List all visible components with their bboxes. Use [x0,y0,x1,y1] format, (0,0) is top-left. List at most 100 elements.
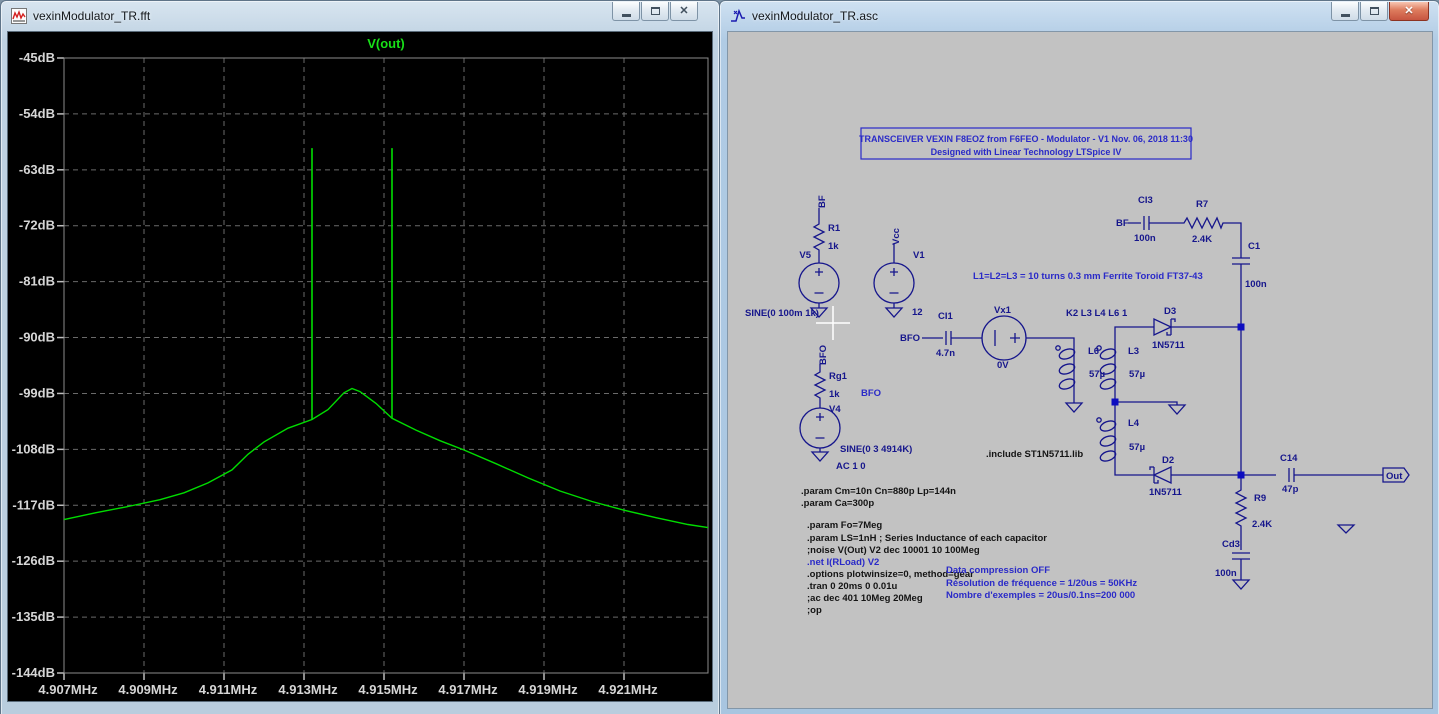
schematic-canvas[interactable]: TRANSCEIVER VEXIN F8EOZ from F6FEO - Mod… [728,32,1432,708]
directive-line[interactable]: .param Fo=7Meg [807,520,882,531]
wire-junction [1112,399,1119,406]
component-value[interactable]: 47p [1282,484,1299,495]
minimize-button[interactable] [1331,2,1359,21]
component-label[interactable]: Cd3 [1222,539,1240,550]
schematic-title-box[interactable]: TRANSCEIVER VEXIN F8EOZ from F6FEO - Mod… [859,128,1193,159]
schematic-drawing[interactable]: TRANSCEIVER VEXIN F8EOZ from F6FEO - Mod… [728,32,1432,708]
wire-junction [1238,324,1245,331]
component-value[interactable]: 100n [1134,233,1156,244]
coupling-statement[interactable]: K2 L3 L4 L6 1 [1066,308,1128,319]
capacitor-C14[interactable]: C14 47p [1280,453,1299,495]
simulation-info-comment[interactable]: Data compression OFF Résolution de fréqu… [946,565,1137,601]
restore-icon [1370,7,1379,15]
directive-line[interactable]: .tran 0 20ms 0 0.01u [807,581,897,592]
info-line[interactable]: Data compression OFF [946,565,1050,576]
component-label[interactable]: CI1 [938,311,954,322]
resistor-Rg1[interactable]: BFO Rg1 1k [815,345,848,401]
component-value[interactable]: 2.4K [1192,234,1212,245]
close-button[interactable]: ✕ [670,2,698,21]
component-value[interactable]: 0V [997,360,1009,371]
fft-window-titlebar[interactable]: vexinModulator_TR.fft ✕ [1,1,719,31]
diode-D2[interactable]: D2 1N5711 [1148,455,1182,498]
component-value[interactable]: 100n [1215,568,1237,579]
component-label[interactable]: C14 [1280,453,1298,464]
waveform-file-icon [11,8,27,24]
restore-button[interactable] [1360,2,1388,21]
output-port[interactable]: Out [1383,468,1409,482]
component-value[interactable]: 57µ [1129,442,1145,453]
net-label-BFO[interactable]: BFO [861,388,881,399]
y-tick-label: -108dB [12,441,55,456]
close-button[interactable]: ✕ [1389,2,1429,21]
component-label[interactable]: V1 [913,250,925,261]
component-label[interactable]: C1 [1248,241,1261,252]
component-label[interactable]: L4 [1128,418,1140,429]
net-flag-BFO[interactable]: BFO [818,345,829,365]
directive-line[interactable]: .param LS=1nH ; Series Inductance of eac… [807,533,1047,544]
component-label[interactable]: V4 [829,404,841,415]
component-label[interactable]: CI3 [1138,195,1153,206]
close-icon: ✕ [679,6,688,17]
voltage-source-V4[interactable]: V4 SINE(0 3 4914K) AC 1 0 BFO [800,388,912,472]
directive-line[interactable]: .param Cm=10n Cn=880p Lp=144n [801,486,956,497]
y-tick-label: -90dB [19,330,55,345]
info-line[interactable]: Nombre d'exemples = 20us/0.1ns=200 000 [946,590,1135,601]
fft-plot-area[interactable]: -45dB-54dB-63dB-72dB-81dB-90dB-99dB-108d… [8,32,712,701]
component-label[interactable]: R7 [1196,199,1208,210]
voltage-source-Vx1[interactable]: Vx1 0V [982,305,1026,371]
voltage-source-V1[interactable]: Vcc V1 12 [874,228,925,318]
component-value[interactable]: 12 [912,307,923,318]
component-label[interactable]: R1 [828,223,841,234]
schematic-window: vexinModulator_TR.asc ✕ TRANSCEIVER VEXI… [719,0,1439,714]
restore-button[interactable] [641,2,669,21]
component-value[interactable]: 2.4K [1252,519,1272,530]
inductor-L6[interactable]: L6 57µ [1056,345,1105,395]
info-line[interactable]: Résolution de fréquence = 1/20us = 50KHz [946,578,1137,589]
component-value[interactable]: 1k [829,389,840,400]
fft-plot-pane[interactable]: -45dB-54dB-63dB-72dB-81dB-90dB-99dB-108d… [8,32,712,701]
component-value[interactable]: 57µ [1089,369,1105,380]
component-value[interactable]: SINE(0 3 4914K) [840,444,912,455]
capacitor-CI1[interactable]: BFO CI1 4.7n [900,311,955,359]
capacitor-C1[interactable]: C1 100n [1232,241,1267,290]
net-flag-BF[interactable]: BF [817,195,828,208]
directive-line[interactable]: ;noise V(Out) V2 dec 10001 10 100Meg [807,545,980,556]
component-value[interactable]: 1k [828,241,839,252]
component-value2[interactable]: AC 1 0 [836,461,866,472]
net-label-BF[interactable]: BF [1116,218,1129,229]
inductor-note[interactable]: L1=L2=L3 = 10 turns 0.3 mm Ferrite Toroi… [973,271,1203,282]
port-label[interactable]: Out [1386,471,1403,482]
schematic-window-titlebar[interactable]: vexinModulator_TR.asc ✕ [720,1,1439,31]
schematic-window-title: vexinModulator_TR.asc [752,9,878,23]
directive-line[interactable]: .param Ca=300p [801,498,874,509]
net-label-BFO[interactable]: BFO [900,333,920,344]
component-label[interactable]: D2 [1162,455,1174,466]
component-label[interactable]: R9 [1254,493,1266,504]
component-value[interactable]: 1N5711 [1152,340,1185,351]
resistor-R1[interactable]: R1 1k BF [814,195,841,254]
component-label[interactable]: V5 [799,250,811,261]
diode-D3[interactable]: D3 1N5711 [1148,306,1185,351]
capacitor-Cd3[interactable]: Cd3 100n [1215,539,1250,579]
y-tick-label: -63dB [19,162,55,177]
resistor-R9[interactable]: R9 2.4K [1236,487,1272,530]
component-value[interactable]: 1N5711 [1149,487,1182,498]
net-flag-Vcc[interactable]: Vcc [891,228,902,245]
component-value[interactable]: 4.7n [936,348,955,359]
component-label[interactable]: Rg1 [829,371,848,382]
capacitor-CI3[interactable]: BF CI3 100n [1116,195,1156,244]
net-directive[interactable]: .net I(RLoad) V2 [807,557,879,568]
minimize-button[interactable] [612,2,640,21]
resistor-R7[interactable]: R7 2.4K [1180,199,1226,245]
component-value[interactable]: 100n [1245,279,1267,290]
include-directive[interactable]: .include ST1N5711.lib [986,449,1083,460]
component-value[interactable]: SINE(0 100m 1k) [745,308,819,319]
component-label[interactable]: D3 [1164,306,1176,317]
directive-line[interactable]: ;op [807,605,822,616]
component-value[interactable]: 57µ [1129,369,1145,380]
component-label[interactable]: L3 [1128,346,1139,357]
y-tick-label: -54dB [19,106,55,121]
component-label[interactable]: Vx1 [994,305,1012,316]
inductor-L4[interactable]: L4 57µ [1097,417,1145,465]
directive-line[interactable]: ;ac dec 401 10Meg 20Meg [807,593,923,604]
